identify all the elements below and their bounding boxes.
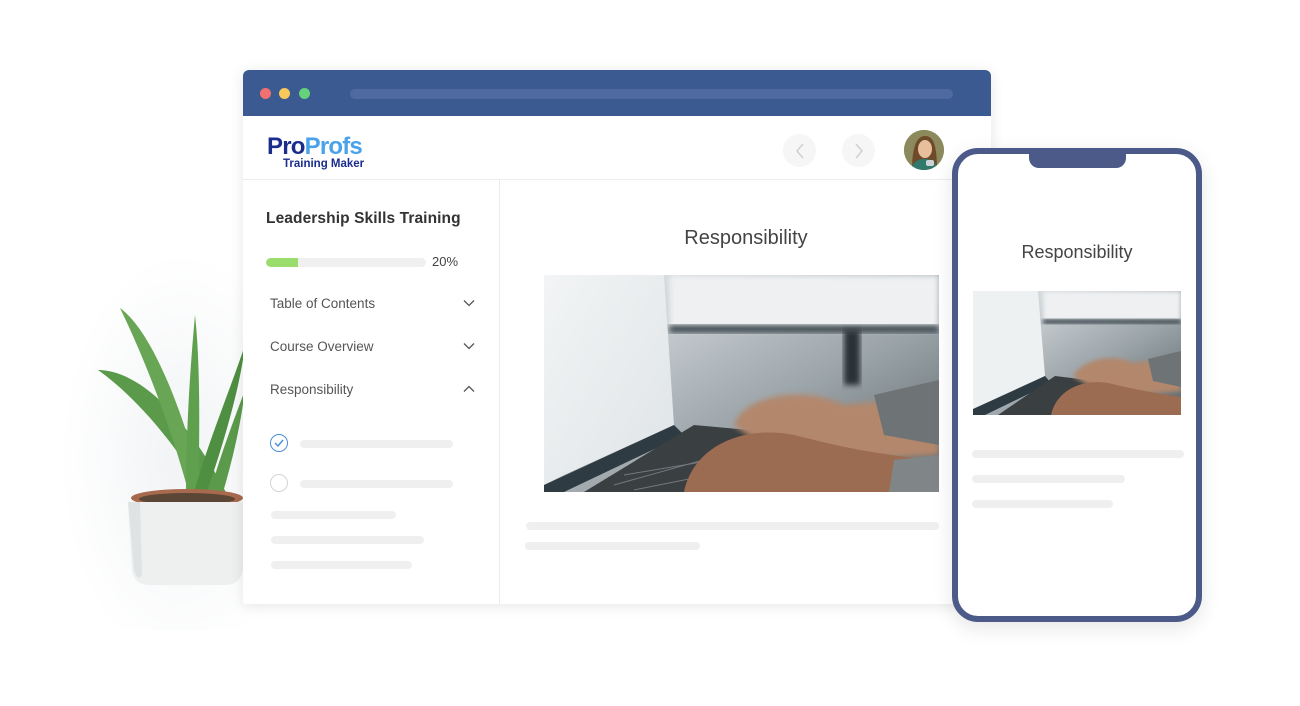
progress-fill	[266, 258, 298, 267]
menu-item-table-of-contents[interactable]: Table of Contents	[270, 292, 475, 314]
lesson-title-placeholder	[300, 480, 453, 488]
text-placeholder	[271, 536, 424, 544]
chevron-up-icon	[463, 385, 475, 392]
text-placeholder	[972, 500, 1113, 508]
mobile-device-frame: Responsibility	[952, 148, 1202, 622]
lesson-content: Responsibility	[500, 180, 991, 604]
check-circle-icon	[270, 434, 288, 452]
maximize-window-dot[interactable]	[299, 88, 310, 99]
avatar-portrait	[904, 130, 944, 170]
menu-item-course-overview[interactable]: Course Overview	[270, 335, 475, 357]
close-window-dot[interactable]	[260, 88, 271, 99]
text-placeholder	[271, 511, 396, 519]
phone-notch	[1029, 153, 1126, 168]
browser-window: ProProfs Training Maker Leadership Skill…	[243, 70, 991, 604]
text-placeholder	[972, 450, 1184, 458]
user-avatar[interactable]	[904, 130, 944, 170]
course-progress-bar	[266, 258, 426, 267]
lesson-title-placeholder	[300, 440, 453, 448]
laptop-typing-photo	[544, 275, 939, 492]
chevron-down-icon	[463, 343, 475, 350]
lesson-title: Responsibility	[684, 227, 808, 249]
next-page-button[interactable]	[842, 134, 875, 167]
menu-item-label: Responsibility	[270, 381, 354, 397]
text-placeholder	[526, 522, 939, 530]
course-sidebar: Leadership Skills Training 20% Table of …	[243, 180, 500, 604]
chevron-down-icon	[463, 300, 475, 307]
plant-leaves	[98, 308, 245, 502]
logo-product-name: Training Maker	[283, 158, 365, 170]
address-bar[interactable]	[350, 89, 953, 99]
app-header: ProProfs Training Maker	[243, 116, 991, 180]
chevron-left-icon	[795, 143, 804, 158]
menu-item-label: Course Overview	[270, 338, 374, 354]
mobile-lesson-title: Responsibility	[1021, 242, 1133, 262]
aloe-plant-image	[98, 308, 246, 585]
course-title: Leadership Skills Training	[266, 210, 461, 227]
text-placeholder	[271, 561, 412, 569]
empty-circle-icon	[270, 474, 288, 492]
text-placeholder	[525, 542, 700, 550]
menu-item-responsibility[interactable]: Responsibility	[270, 378, 475, 400]
logo-brand-profs: Profs	[304, 133, 363, 160]
progress-percent: 20%	[432, 254, 459, 269]
browser-titlebar	[243, 70, 991, 116]
previous-page-button[interactable]	[783, 134, 816, 167]
proprofs-logo[interactable]: ProProfs Training Maker	[267, 133, 365, 171]
menu-item-label: Table of Contents	[270, 295, 376, 311]
minimize-window-dot[interactable]	[279, 88, 290, 99]
logo-brand-pro: Pro	[267, 133, 305, 160]
text-placeholder	[972, 475, 1125, 483]
chevron-right-icon	[854, 143, 863, 158]
laptop-typing-photo-mobile	[973, 291, 1181, 415]
